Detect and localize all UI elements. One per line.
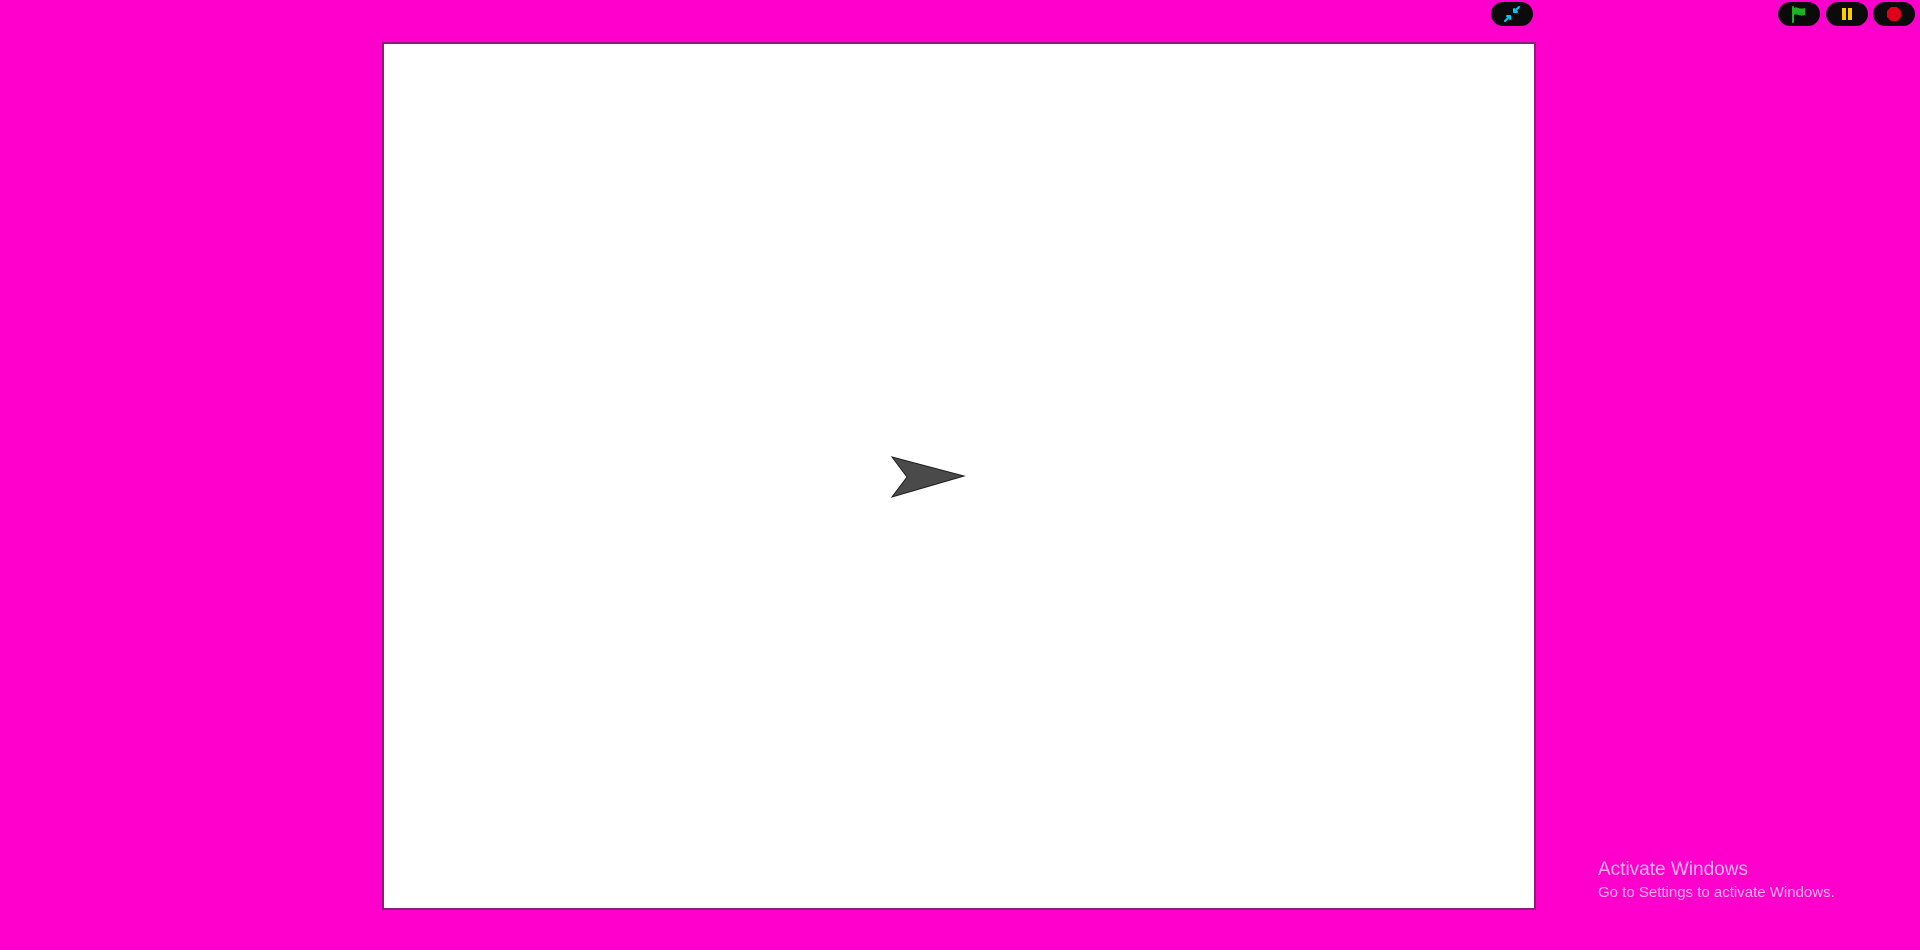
stop-icon (1887, 7, 1901, 21)
watermark-subtitle: Go to Settings to activate Windows. (1598, 884, 1835, 901)
app-window: Activate Windows Go to Settings to activ… (0, 0, 1920, 950)
shrink-arrows-icon (1504, 6, 1520, 22)
green-flag-icon (1792, 6, 1805, 23)
activate-windows-watermark: Activate Windows Go to Settings to activ… (1598, 858, 1835, 903)
exit-fullscreen-button[interactable] (1491, 2, 1533, 26)
watermark-title: Activate Windows (1598, 859, 1748, 880)
stop-button[interactable] (1873, 2, 1915, 26)
pause-button[interactable] (1826, 2, 1868, 26)
green-flag-button[interactable] (1778, 2, 1820, 26)
arrow-sprite[interactable] (890, 456, 966, 498)
pause-icon (1842, 8, 1852, 20)
stage-canvas[interactable] (382, 42, 1536, 910)
